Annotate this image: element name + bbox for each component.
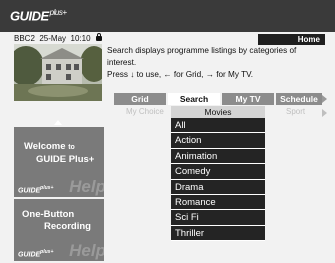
- mini-logo-plus: plus+: [40, 248, 54, 255]
- welcome-guide-plus: GUIDE Plus+: [36, 154, 95, 165]
- current-time: 10:10: [70, 34, 91, 43]
- welcome-panel[interactable]: Help Welcome to GUIDE Plus+ GUIDEplus+: [14, 127, 104, 197]
- help-line-2: Press ↓ to use, ← for Grid, → for My TV.: [107, 70, 254, 79]
- tab-search[interactable]: Search: [168, 93, 220, 105]
- chevron-right-icon[interactable]: [322, 95, 327, 103]
- tab-grid[interactable]: Grid: [114, 93, 166, 105]
- list-item[interactable]: Drama: [171, 179, 265, 195]
- home-button[interactable]: Home: [258, 34, 325, 45]
- list-item[interactable]: Animation: [171, 148, 265, 165]
- help-text: Search displays programme listings by ca…: [107, 45, 327, 81]
- help-line-1: Search displays programme listings by ca…: [107, 46, 297, 67]
- list-item[interactable]: All: [171, 118, 265, 134]
- guide-plus-mini-logo: GUIDEplus+: [18, 185, 53, 194]
- subnav-left[interactable]: My Choice: [126, 107, 164, 116]
- list-item[interactable]: Comedy: [171, 164, 265, 180]
- category-header: Movies: [171, 106, 265, 118]
- channel-name: BBC2: [14, 34, 35, 43]
- list-item[interactable]: Action: [171, 133, 265, 149]
- mini-logo-text: GUIDE: [18, 187, 41, 194]
- preview-image: [14, 44, 102, 101]
- welcome-to: to: [68, 144, 75, 151]
- recording-line-2: Recording: [44, 221, 91, 232]
- category-list: All Action Animation Comedy Drama Romanc…: [171, 118, 265, 242]
- mini-logo-plus: plus+: [40, 184, 54, 191]
- recording-panel[interactable]: Help One-Button Recording GUIDEplus+: [14, 199, 104, 261]
- list-item[interactable]: Romance: [171, 194, 265, 211]
- subnav-right[interactable]: Sport: [286, 107, 305, 116]
- logo-text: GUIDE: [10, 8, 49, 24]
- mini-logo-text: GUIDE: [18, 251, 41, 258]
- help-watermark: Help: [69, 241, 104, 260]
- welcome-word: Welcome: [24, 141, 66, 152]
- current-date: 25-May: [39, 34, 67, 43]
- status-line: BBC2 25-May 10:10: [14, 33, 102, 43]
- help-watermark: Help: [69, 177, 104, 196]
- guide-plus-screen: GUIDEplus+ BBC2 25-May 10:10 Home Search: [0, 0, 335, 263]
- list-item[interactable]: Thriller: [171, 225, 265, 242]
- recording-line-1: One-Button: [22, 209, 75, 220]
- top-bar: GUIDEplus+: [0, 0, 335, 32]
- tab-bar: Grid Search My TV Schedule: [114, 93, 324, 105]
- guide-plus-mini-logo: GUIDEplus+: [18, 249, 53, 258]
- tab-schedule[interactable]: Schedule: [276, 93, 322, 105]
- list-item[interactable]: Sci Fi: [171, 210, 265, 226]
- logo-plus: plus+: [49, 8, 67, 17]
- chevron-right-icon[interactable]: [322, 109, 327, 117]
- chevron-up-icon[interactable]: [54, 120, 62, 125]
- welcome-title: Welcome to GUIDE Plus+: [24, 141, 94, 166]
- guide-plus-logo: GUIDEplus+: [10, 8, 67, 23]
- recording-title: One-Button Recording: [22, 209, 91, 233]
- tab-my-tv[interactable]: My TV: [222, 93, 274, 105]
- lock-icon: [95, 33, 102, 41]
- tv-preview: [14, 44, 102, 101]
